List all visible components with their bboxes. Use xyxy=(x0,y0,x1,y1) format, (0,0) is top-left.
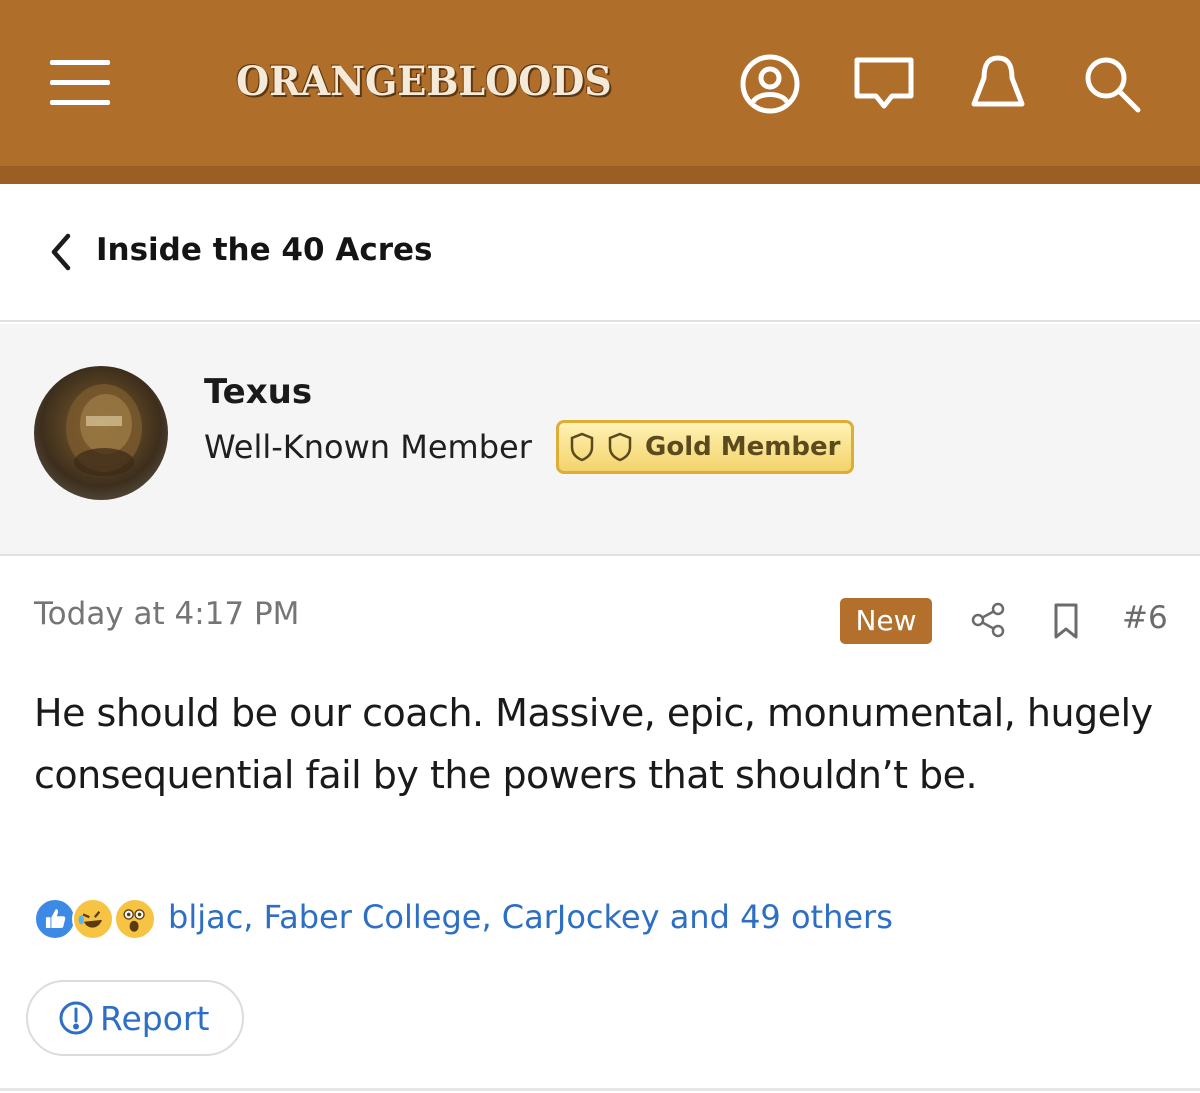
account-icon[interactable] xyxy=(738,52,802,116)
gold-member-badge: Gold Member xyxy=(556,420,854,474)
alerts-icon[interactable] xyxy=(966,52,1030,116)
author-title: Well-Known Member xyxy=(204,428,532,466)
post-author-block: Texus Well-Known Member Gold Member xyxy=(0,324,1200,556)
report-label: Report xyxy=(100,998,210,1038)
wow-icon xyxy=(114,898,156,940)
back-chevron-icon[interactable] xyxy=(46,232,76,272)
post-number[interactable]: #6 xyxy=(1122,600,1168,636)
shield-icon xyxy=(608,432,632,462)
share-icon[interactable] xyxy=(968,600,1008,640)
divider xyxy=(0,1088,1200,1091)
new-badge: New xyxy=(840,598,932,644)
breadcrumb: Inside the 40 Acres xyxy=(0,184,1200,322)
shield-icon xyxy=(570,432,594,462)
laugh-icon xyxy=(72,898,114,940)
reaction-summary[interactable] xyxy=(34,898,164,942)
reaction-users-link[interactable]: bljac, Faber College, CarJockey and 49 o… xyxy=(168,898,893,936)
bookmark-icon[interactable] xyxy=(1050,602,1082,640)
site-logo[interactable]: ORANGEBLOODS xyxy=(236,58,612,105)
author-name[interactable]: Texus xyxy=(204,372,312,412)
post-body: He should be our coach. Massive, epic, m… xyxy=(34,691,1153,797)
alert-circle-icon xyxy=(59,1001,93,1035)
like-icon xyxy=(34,898,76,940)
badge-label: Gold Member xyxy=(645,432,841,462)
top-bar: ORANGEBLOODS xyxy=(0,0,1200,184)
report-button[interactable]: Report xyxy=(26,980,244,1056)
menu-icon[interactable] xyxy=(50,60,110,106)
post-timestamp[interactable]: Today at 4:17 PM xyxy=(34,596,299,632)
avatar[interactable] xyxy=(34,366,168,500)
messages-icon[interactable] xyxy=(852,52,916,116)
search-icon[interactable] xyxy=(1080,52,1144,116)
breadcrumb-forum-link[interactable]: Inside the 40 Acres xyxy=(96,232,432,268)
top-bar-border xyxy=(0,166,1200,184)
